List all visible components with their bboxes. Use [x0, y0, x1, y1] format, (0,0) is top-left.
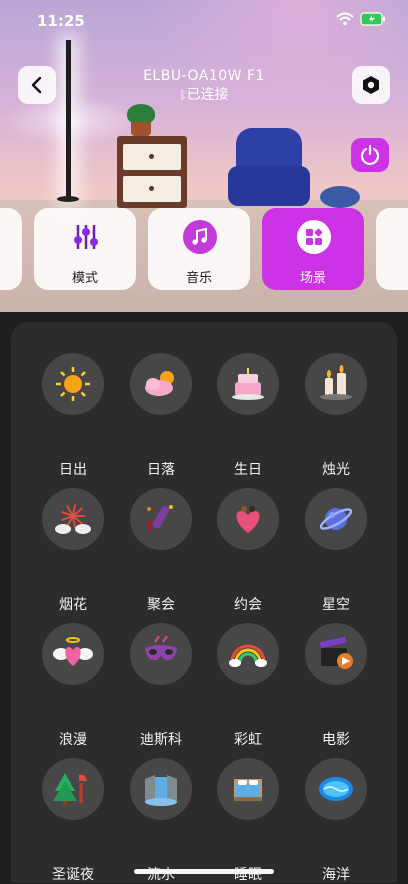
- scene-label: 海洋: [322, 867, 350, 883]
- status-time: 11:25: [37, 12, 85, 30]
- scene-label: 约会: [234, 597, 262, 613]
- scene-item[interactable]: 烟花: [33, 478, 113, 613]
- home-indicator: [134, 869, 274, 874]
- scene-grid-icon: [297, 220, 331, 254]
- sunset-cloud-icon: [130, 353, 192, 415]
- dresser: [117, 136, 187, 208]
- ocean-icon: [305, 758, 367, 820]
- power-icon: [360, 144, 380, 166]
- scene-item[interactable]: 日出: [33, 343, 113, 478]
- scene-label: 圣诞夜: [52, 867, 94, 883]
- wifi-icon: [336, 12, 354, 26]
- battery-icon: [360, 12, 385, 26]
- scene-label: 日落: [147, 462, 175, 478]
- scene-item[interactable]: 流水: [121, 748, 201, 883]
- scene-label: 迪斯科: [140, 732, 182, 748]
- music-note-icon: [183, 220, 217, 254]
- room-hero-image: 11:25 ELBU-OA10W F1 ᛒ已连接 模式 音乐 场景: [0, 0, 408, 312]
- scene-label: 流水: [147, 867, 175, 883]
- settings-button[interactable]: [352, 66, 390, 104]
- scene-label: 烛光: [322, 462, 350, 478]
- scene-label: 睡眠: [234, 867, 262, 883]
- sliders-icon: [69, 220, 103, 254]
- bed-icon: [217, 758, 279, 820]
- scene-item[interactable]: 迪斯科: [121, 613, 201, 748]
- scene-item[interactable]: 海洋: [296, 748, 376, 883]
- scene-item[interactable]: 日落: [121, 343, 201, 478]
- power-button[interactable]: [351, 138, 389, 172]
- tab-scene-label: 场景: [299, 271, 326, 286]
- scene-item[interactable]: 浪漫: [33, 613, 113, 748]
- side-table: [320, 186, 360, 208]
- connection-status: ᛒ已连接: [179, 87, 229, 103]
- dresser-drawer: [123, 176, 181, 202]
- planet-icon: [305, 488, 367, 550]
- sun-icon: [42, 353, 104, 415]
- scene-label: 浪漫: [59, 732, 87, 748]
- angel-heart-icon: [42, 623, 104, 685]
- plant-pot: [131, 122, 151, 136]
- movie-clapper-icon: [305, 623, 367, 685]
- candle-icon: [305, 353, 367, 415]
- scene-item[interactable]: 星空: [296, 478, 376, 613]
- tab-scene[interactable]: 场景: [262, 208, 364, 290]
- armchair: [228, 128, 310, 210]
- scene-label: 聚会: [147, 597, 175, 613]
- bluetooth-icon: ᛒ: [179, 88, 187, 102]
- tab-mode-label: 模式: [71, 271, 98, 286]
- tab-music[interactable]: 音乐: [148, 208, 250, 290]
- rainbow-icon: [217, 623, 279, 685]
- tab-mode[interactable]: 模式: [34, 208, 136, 290]
- tab-music-label: 音乐: [185, 271, 212, 286]
- floor-lamp: [66, 40, 71, 200]
- waterfall-icon: [130, 758, 192, 820]
- scene-item[interactable]: 睡眠: [208, 748, 288, 883]
- scene-item[interactable]: 圣诞夜: [33, 748, 113, 883]
- tab-partial-left[interactable]: [0, 208, 22, 290]
- scene-item[interactable]: 约会: [208, 478, 288, 613]
- scene-label: 日出: [59, 462, 87, 478]
- tab-partial-right[interactable]: [376, 208, 408, 290]
- hexagon-settings-icon: [363, 76, 379, 94]
- floor-lamp-base: [57, 196, 79, 202]
- cake-icon: [217, 353, 279, 415]
- scene-panel: 日出 日落 生日 烛光烟花 聚会 约会 星空浪漫 迪斯科 彩虹 电影圣诞夜 流水 睡眠 海洋: [11, 322, 397, 883]
- status-icons: [336, 12, 386, 26]
- scene-label: 彩虹: [234, 732, 262, 748]
- date-heart-icon: [217, 488, 279, 550]
- scene-label: 烟花: [59, 597, 87, 613]
- disco-mask-icon: [130, 623, 192, 685]
- function-tabs: 模式 音乐 场景: [0, 208, 408, 290]
- scene-item[interactable]: 电影: [296, 613, 376, 748]
- scene-item[interactable]: 彩虹: [208, 613, 288, 748]
- plant: [127, 104, 155, 124]
- scene-item[interactable]: 聚会: [121, 478, 201, 613]
- scene-item[interactable]: 烛光: [296, 343, 376, 478]
- scene-label: 电影: [322, 732, 350, 748]
- christmas-tree-icon: [42, 758, 104, 820]
- party-icon: [130, 488, 192, 550]
- scene-label: 生日: [234, 462, 262, 478]
- scene-item[interactable]: 生日: [208, 343, 288, 478]
- dresser-drawer: [123, 144, 181, 170]
- device-title: ELBU-OA10W F1: [143, 68, 265, 84]
- fireworks-icon: [42, 488, 104, 550]
- scene-label: 星空: [322, 597, 350, 613]
